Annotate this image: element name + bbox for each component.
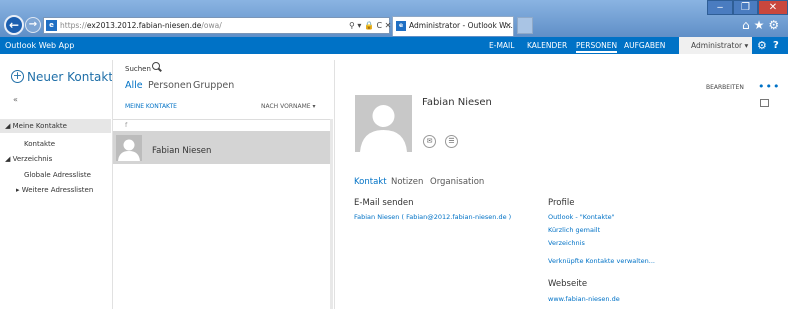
browser-toolbar-icons[interactable]: ⌂★⚙ bbox=[742, 18, 783, 32]
contact-name: Fabian Niesen bbox=[152, 146, 212, 156]
tab-favicon-icon: e bbox=[396, 21, 406, 31]
contact-photo bbox=[355, 95, 412, 152]
folder-globale-adressliste[interactable]: Globale Adressliste bbox=[24, 168, 91, 182]
website-heading: Webseite bbox=[548, 279, 588, 289]
address-bar[interactable]: https://ex2013.2012.fabian-niesen.de/owa… bbox=[43, 17, 390, 34]
owa-header-bar bbox=[0, 37, 788, 54]
active-nav-indicator bbox=[576, 51, 617, 53]
app-title: Outlook Web App bbox=[5, 41, 75, 50]
minimize-button[interactable]: ‒ bbox=[707, 0, 733, 15]
tab-notizen[interactable]: Notizen bbox=[391, 177, 423, 188]
more-icon[interactable]: ••• bbox=[758, 80, 780, 93]
manage-linked-contacts-link[interactable]: Verknüpfte Kontakte verwalten... bbox=[548, 257, 655, 266]
edit-button[interactable]: BEARBEITEN bbox=[706, 84, 744, 91]
pane-divider bbox=[334, 60, 335, 309]
address-tools[interactable]: ⚲ ▾ 🔒 C ✕ bbox=[349, 18, 391, 33]
group-header: f bbox=[113, 119, 333, 131]
chat-icon[interactable]: ☰ bbox=[445, 135, 458, 148]
folder-weitere-adresslisten[interactable]: ▸ Weitere Adresslisten bbox=[16, 183, 93, 197]
nav-calendar[interactable]: KALENDER bbox=[527, 37, 567, 54]
site-icon: e bbox=[46, 20, 57, 31]
profile-link-recent[interactable]: Kürzlich gemailt bbox=[548, 226, 600, 235]
profile-link-outlook[interactable]: Outlook - "Kontakte" bbox=[548, 213, 615, 222]
new-contact-button[interactable]: + Neuer Kontakt bbox=[11, 70, 113, 84]
mail-icon[interactable]: ✉ bbox=[423, 135, 436, 148]
help-icon[interactable]: ? bbox=[773, 37, 779, 54]
new-contact-label: Neuer Kontakt bbox=[27, 70, 114, 84]
plus-icon: + bbox=[11, 69, 24, 83]
list-title: MEINE KONTAKTE bbox=[125, 103, 177, 110]
filter-all[interactable]: Alle bbox=[125, 80, 143, 92]
close-window-button[interactable]: ✕ bbox=[758, 0, 788, 15]
search-icon[interactable] bbox=[152, 62, 160, 70]
search-label[interactable]: Suchen bbox=[125, 64, 151, 74]
url-prefix: https:// bbox=[60, 21, 87, 30]
tab-kontakt[interactable]: Kontakt bbox=[354, 177, 387, 188]
sort-dropdown[interactable]: NACH VORNAME ▾ bbox=[261, 103, 315, 110]
website-link[interactable]: www.fabian-niesen.de bbox=[548, 295, 620, 303]
pane-divider bbox=[112, 60, 113, 309]
filter-groups[interactable]: Gruppen bbox=[193, 80, 234, 92]
url-path: /owa/ bbox=[201, 21, 222, 30]
profile-heading: Profile bbox=[548, 198, 575, 208]
tab-close-icon[interactable]: ✕ bbox=[505, 17, 512, 35]
new-tab-button[interactable] bbox=[517, 17, 533, 34]
folder-kontakte[interactable]: Kontakte bbox=[24, 137, 55, 151]
filter-people[interactable]: Personen bbox=[148, 80, 192, 92]
email-link[interactable]: Fabian Niesen ( Fabian@2012.fabian-niese… bbox=[354, 213, 511, 221]
url-host: ex2013.2012.fabian-niesen.de bbox=[86, 21, 202, 30]
maximize-button[interactable]: ❐ bbox=[733, 0, 758, 15]
forward-button[interactable]: → bbox=[25, 17, 41, 33]
contact-row[interactable] bbox=[113, 131, 332, 164]
folder-meine-kontakte[interactable]: ◢ Meine Kontakte bbox=[5, 119, 67, 133]
browser-tab[interactable]: Administrator - Outlook W... bbox=[392, 16, 514, 36]
detail-name: Fabian Niesen bbox=[422, 97, 492, 108]
folder-verzeichnis[interactable]: ◢ Verzeichnis bbox=[5, 152, 52, 166]
email-heading: E-Mail senden bbox=[354, 198, 414, 208]
scrollbar[interactable] bbox=[330, 119, 333, 309]
gear-icon[interactable]: ⚙ bbox=[757, 37, 767, 54]
nav-tasks[interactable]: AUFGABEN bbox=[624, 37, 665, 54]
avatar bbox=[116, 135, 142, 161]
user-menu[interactable]: Administrator ▾ bbox=[679, 37, 752, 54]
back-button[interactable]: ← bbox=[4, 15, 24, 35]
collapse-icon[interactable]: « bbox=[13, 95, 18, 104]
tab-organisation[interactable]: Organisation bbox=[430, 177, 484, 188]
popout-icon[interactable] bbox=[760, 99, 769, 107]
profile-link-directory[interactable]: Verzeichnis bbox=[548, 239, 585, 248]
nav-email[interactable]: E-MAIL bbox=[489, 37, 514, 54]
